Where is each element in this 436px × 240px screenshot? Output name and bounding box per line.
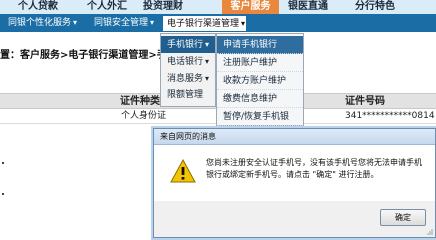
chevron-down-icon: ▾: [241, 19, 246, 28]
warning-icon: [170, 159, 196, 183]
subnav-label: 同银个性化服务: [8, 18, 72, 28]
resize-grip-icon[interactable]: [425, 227, 433, 235]
ok-button[interactable]: 确定: [380, 209, 426, 226]
dropdown-menu-channels: 手机银行 ▾ 电话银行 ▾ 消息服务 ▾ 限额管理: [160, 33, 216, 107]
nav-investment[interactable]: 投资理财: [143, 0, 193, 14]
menu-item-phone-banking[interactable]: 电话银行 ▾: [161, 53, 215, 70]
chevron-down-icon: ▾: [150, 18, 155, 27]
chevron-down-icon: ▾: [205, 74, 210, 83]
menu-item-label: 限额管理: [167, 90, 204, 100]
menu-item-suspend-resume[interactable]: 暂停/恢复手机银: [217, 108, 303, 126]
subnav-label: 同银安全管理: [94, 18, 149, 28]
nav-branch-features[interactable]: 分行特色: [355, 0, 403, 14]
chevron-down-icon: ▾: [205, 40, 210, 49]
top-nav: 个人贷款 个人外汇 投资理财 客户服务 银医直通 分行特色: [0, 0, 436, 14]
cell-id-number: 341***********0814: [345, 111, 435, 121]
subnav-label: 电子银行渠道管理: [167, 19, 240, 29]
menu-item-label: 电话银行: [167, 57, 204, 67]
menu-item-payee-account[interactable]: 收款方账户维护: [217, 72, 303, 90]
dropdown-menu-mobile-banking: 申请手机银行 注册账户维护 收款方账户维护 缴费信息维护 暂停/恢复手机银: [216, 33, 304, 126]
dialog-title: 来自网页的消息: [160, 132, 216, 141]
dialog-body: 您尚未注册安全认证手机号，没有该手机号您将无法申请手机银行或绑定新手机号。请点击…: [154, 145, 435, 201]
nav-hospital-direct[interactable]: 银医直通: [288, 0, 336, 14]
subnav-personalized-service[interactable]: 同银个性化服务 ▾: [8, 14, 88, 32]
nav-customer-service[interactable]: 客户服务: [222, 0, 279, 14]
chevron-down-icon: ▾: [205, 57, 210, 66]
menu-item-message-service[interactable]: 消息服务 ▾: [161, 70, 215, 87]
subnav-security-management[interactable]: 同银安全管理 ▾: [94, 14, 158, 32]
col-header-id-type: 证件种类: [120, 96, 160, 107]
menu-item-payment-info[interactable]: 缴费信息维护: [217, 90, 303, 108]
sub-nav: 同银个性化服务 ▾ 同银安全管理 ▾ 电子银行渠道管理 ▾: [0, 14, 436, 32]
menu-item-limit-management[interactable]: 限额管理: [161, 87, 215, 104]
bullet-dot: [2, 162, 4, 164]
menu-item-apply-mobile-banking[interactable]: 申请手机银行: [217, 36, 303, 54]
cell-id-type: 个人身份证: [121, 111, 167, 121]
dialog-message: 您尚未注册安全认证手机号，没有该手机号您将无法申请手机银行或绑定新手机号。请点击…: [206, 158, 422, 179]
alert-dialog: 来自网页的消息 您尚未注册安全认证手机号，没有该手机号您将无法申请手机银行或绑定…: [153, 128, 436, 238]
nav-personal-forex[interactable]: 个人外汇: [87, 0, 135, 14]
col-header-id-number: 证件号码: [345, 96, 385, 107]
menu-item-label: 消息服务: [167, 74, 204, 84]
subnav-ebank-channel-management[interactable]: 电子银行渠道管理 ▾: [162, 15, 247, 32]
chevron-down-icon: ▾: [73, 18, 78, 27]
nav-personal-loan[interactable]: 个人贷款: [18, 0, 66, 14]
menu-item-label: 手机银行: [167, 40, 204, 50]
menu-item-mobile-banking[interactable]: 手机银行 ▾: [161, 36, 215, 53]
dialog-title-bar[interactable]: 来自网页的消息: [154, 129, 435, 145]
breadcrumb: 置：客户服务>电子银行渠道管理>手机: [0, 50, 177, 61]
menu-item-registered-account[interactable]: 注册账户维护: [217, 54, 303, 72]
bullet-dot: [2, 193, 4, 195]
